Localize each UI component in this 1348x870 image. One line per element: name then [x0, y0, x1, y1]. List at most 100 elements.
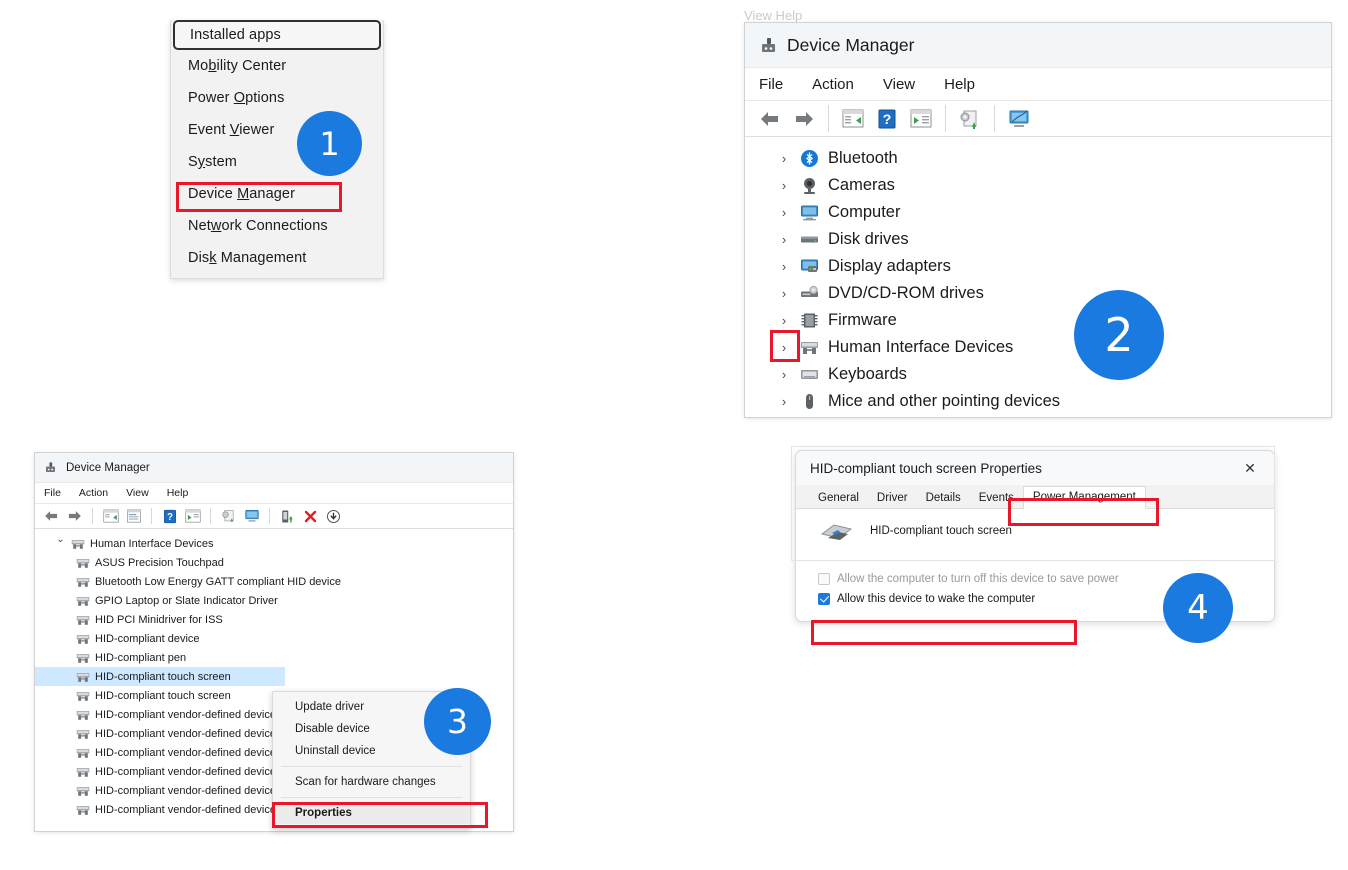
chevron-right-icon[interactable]: ›	[777, 286, 791, 301]
menu-file[interactable]: File	[44, 487, 61, 499]
scan-for-hardware-changes-icon[interactable]	[955, 105, 985, 133]
show-action-pane-icon[interactable]	[906, 105, 936, 133]
menu-item-installed-apps[interactable]: Installed apps	[173, 20, 381, 50]
menu-item-power-options[interactable]: Power Options	[171, 82, 383, 114]
forward-arrow-icon[interactable]	[64, 506, 85, 526]
toolbar-separator	[151, 508, 152, 524]
menu-item-disk-management[interactable]: Disk Management	[171, 242, 383, 274]
update-driver-icon[interactable]	[277, 506, 298, 526]
hid-icon	[76, 784, 90, 798]
context-menu-item-label: Uninstall device	[295, 745, 376, 757]
context-menu-item-properties[interactable]: Properties	[273, 802, 470, 824]
tree-item-label: DVD/CD-ROM drives	[828, 284, 984, 302]
chevron-right-icon[interactable]: ›	[777, 313, 791, 328]
chevron-right-icon[interactable]: ›	[777, 259, 791, 274]
back-arrow-icon[interactable]	[755, 105, 785, 133]
tree-item-cameras[interactable]: › Cameras	[745, 172, 1331, 199]
device-tree[interactable]: › Bluetooth › Cameras › Computer › Disk …	[745, 137, 1331, 417]
device-manager-window-step2: Device Manager File Action View Help ? ›…	[744, 22, 1332, 418]
menu-item-label: System	[188, 154, 237, 170]
display-device-icon[interactable]	[1004, 105, 1034, 133]
tree-item-firmware[interactable]: › Firmware	[745, 307, 1331, 334]
chevron-right-icon[interactable]: ›	[777, 340, 791, 355]
chevron-right-icon[interactable]: ›	[777, 367, 791, 382]
tree-item-label: HID-compliant vendor-defined device	[95, 803, 276, 816]
tree-item-display-adapters[interactable]: › Display adapters	[745, 253, 1331, 280]
tree-item-dvd-cd-rom-drives[interactable]: › DVD/CD-ROM drives	[745, 280, 1331, 307]
display-device-icon[interactable]	[241, 506, 262, 526]
hid-icon	[76, 613, 90, 627]
tree-item-label: HID-compliant vendor-defined device	[95, 784, 276, 797]
tree-item-label: HID-compliant vendor-defined device	[95, 765, 276, 778]
step-badge-1: 1	[297, 111, 362, 176]
svg-text:?: ?	[167, 512, 173, 523]
chevron-right-icon[interactable]: ›	[777, 178, 791, 193]
show-action-pane-icon[interactable]	[182, 506, 203, 526]
toolbar-separator	[828, 105, 829, 132]
step-badge-number: 1	[319, 124, 340, 163]
tree-item-device[interactable]: HID-compliant device	[35, 629, 513, 648]
menu-bar[interactable]: File Action View Help	[35, 482, 513, 504]
help-icon[interactable]: ?	[159, 506, 180, 526]
tree-item-device[interactable]: HID-compliant pen	[35, 648, 513, 667]
checkbox-box[interactable]	[818, 573, 830, 585]
tree-item-bluetooth[interactable]: › Bluetooth	[745, 145, 1331, 172]
tree-item-human-interface-devices[interactable]: ⌄ Human Interface Devices	[35, 534, 513, 553]
menu-item-network-connections[interactable]: Network Connections	[171, 210, 383, 242]
chevron-right-icon[interactable]: ›	[777, 151, 791, 166]
title-bar: Device Manager	[35, 453, 513, 482]
menu-help[interactable]: Help	[944, 76, 975, 93]
menu-view[interactable]: View	[126, 487, 149, 499]
help-icon[interactable]: ?	[872, 105, 902, 133]
menu-item-device-manager[interactable]: Device Manager	[171, 178, 383, 210]
tree-item-device[interactable]: Bluetooth Low Energy GATT compliant HID …	[35, 572, 513, 591]
tree-item-device[interactable]: ASUS Precision Touchpad	[35, 553, 513, 572]
context-menu-item-scan-for-hardware-changes[interactable]: Scan for hardware changes	[273, 771, 470, 793]
hid-icon	[76, 556, 90, 570]
disable-device-icon[interactable]	[323, 506, 344, 526]
tree-item-label: Disk drives	[828, 230, 909, 248]
hid-icon	[76, 670, 90, 684]
hid-icon	[76, 689, 90, 703]
menu-bar[interactable]: File Action View Help	[745, 67, 1331, 101]
menu-file[interactable]: File	[759, 76, 783, 93]
device-manager-icon	[759, 36, 778, 55]
tree-item-disk-drives[interactable]: › Disk drives	[745, 226, 1331, 253]
menu-action[interactable]: Action	[79, 487, 108, 499]
tree-item-label: ASUS Precision Touchpad	[95, 556, 224, 569]
properties-icon[interactable]	[123, 506, 144, 526]
chevron-right-icon[interactable]: ›	[777, 394, 791, 409]
show-hide-console-tree-icon[interactable]	[838, 105, 868, 133]
camera-icon	[800, 176, 819, 195]
hid-icon	[76, 746, 90, 760]
display-adapter-icon	[800, 257, 819, 276]
uninstall-device-icon[interactable]	[300, 506, 321, 526]
toolbar[interactable]: ?	[745, 101, 1331, 137]
back-arrow-icon[interactable]	[41, 506, 62, 526]
hid-icon	[76, 632, 90, 646]
tree-item-device-selected[interactable]: HID-compliant touch screen	[35, 667, 285, 686]
tree-item-device[interactable]: HID PCI Minidriver for ISS	[35, 610, 513, 629]
toolbar[interactable]: ?	[35, 504, 513, 529]
chevron-right-icon[interactable]: ›	[777, 232, 791, 247]
scan-for-hardware-changes-icon[interactable]	[218, 506, 239, 526]
step-badge-number: 2	[1104, 308, 1134, 362]
tree-item-mice-and-other-pointing-devices[interactable]: › Mice and other pointing devices	[745, 388, 1331, 415]
menu-item-label: Network Connections	[188, 218, 328, 234]
menu-help[interactable]: Help	[167, 487, 189, 499]
tree-item-device[interactable]: GPIO Laptop or Slate Indicator Driver	[35, 591, 513, 610]
toolbar-separator	[994, 105, 995, 132]
tree-item-keyboards[interactable]: › Keyboards	[745, 361, 1331, 388]
menu-view[interactable]: View	[883, 76, 915, 93]
tree-item-human-interface-devices[interactable]: › Human Interface Devices	[745, 334, 1331, 361]
forward-arrow-icon[interactable]	[789, 105, 819, 133]
chevron-right-icon[interactable]: ›	[777, 205, 791, 220]
toolbar-separator	[210, 508, 211, 524]
menu-item-mobility-center[interactable]: Mobility Center	[171, 50, 383, 82]
chevron-down-icon[interactable]: ⌄	[55, 534, 66, 545]
window-title: Device Manager	[787, 34, 915, 55]
show-hide-console-tree-icon[interactable]	[100, 506, 121, 526]
tree-item-computer[interactable]: › Computer	[745, 199, 1331, 226]
menu-action[interactable]: Action	[812, 76, 854, 93]
checkbox-box[interactable]	[818, 593, 830, 605]
